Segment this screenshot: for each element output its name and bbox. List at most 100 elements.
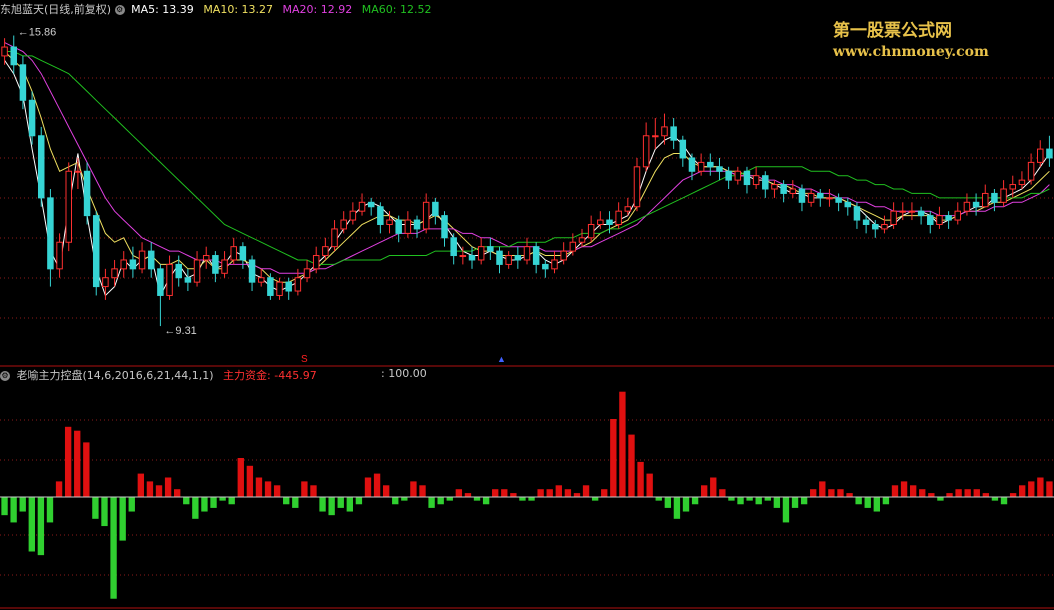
candle xyxy=(789,180,797,198)
fund-bar xyxy=(582,485,590,497)
fund-bar xyxy=(946,493,953,497)
candle-body xyxy=(982,192,989,208)
fund-bar xyxy=(973,489,980,497)
fund-bar xyxy=(292,497,299,508)
candle xyxy=(505,251,512,269)
fund-bar xyxy=(537,489,544,497)
candle-body xyxy=(367,201,375,208)
candle-body xyxy=(532,246,540,265)
candle-body xyxy=(166,263,173,296)
indicator-settings-icon[interactable]: ⚙ xyxy=(0,371,10,381)
candle xyxy=(349,202,357,225)
candle xyxy=(908,202,916,221)
candle-body xyxy=(294,277,302,292)
fund-bar xyxy=(1019,485,1026,497)
candle-body xyxy=(157,268,164,296)
candle xyxy=(257,268,265,287)
candle-body xyxy=(872,223,879,230)
fund-bar xyxy=(655,497,662,501)
candle xyxy=(954,202,962,225)
candle xyxy=(743,166,751,194)
fund-bar xyxy=(392,497,399,505)
candle-body xyxy=(37,135,45,199)
fund-bar xyxy=(891,485,899,497)
candle xyxy=(532,242,540,274)
fund-bar xyxy=(264,481,272,497)
fund-bar xyxy=(991,497,999,501)
settings-icon[interactable]: ⚙ xyxy=(114,5,125,15)
fund-bar xyxy=(864,497,871,508)
fund-bar xyxy=(810,489,817,497)
event-marker-triangle[interactable]: ▲ xyxy=(497,354,506,364)
fund-bar xyxy=(610,419,617,497)
candle xyxy=(670,118,677,150)
candle-body xyxy=(679,139,687,159)
candle xyxy=(587,215,595,243)
fund-bar xyxy=(719,489,726,497)
ma20-label: MA20: 12.92 xyxy=(282,3,353,16)
fund-bar xyxy=(528,497,535,501)
fund-bar xyxy=(301,481,308,497)
candle xyxy=(853,202,861,229)
candle-body xyxy=(303,268,311,279)
candle-body xyxy=(74,170,82,173)
candle-body xyxy=(606,219,613,225)
fund-bar xyxy=(482,497,490,505)
candle-body xyxy=(789,188,797,194)
candle-body xyxy=(688,157,696,172)
candle-body xyxy=(862,219,870,225)
candle-body xyxy=(762,175,769,190)
candle xyxy=(83,162,91,225)
fund-bar xyxy=(492,489,499,497)
candle xyxy=(312,246,320,274)
fund-bar xyxy=(937,497,944,501)
candle xyxy=(138,242,146,274)
fund-bar xyxy=(137,473,145,497)
candle-body xyxy=(734,170,742,181)
fund-bar xyxy=(237,458,244,497)
fund-bar xyxy=(855,497,862,505)
fund-bar xyxy=(1028,481,1035,497)
fund-bar xyxy=(982,493,990,497)
candle-body xyxy=(248,259,256,283)
grid-lines xyxy=(0,77,1054,576)
candle-body xyxy=(716,166,723,172)
candle-body xyxy=(477,246,485,261)
candle xyxy=(798,184,806,212)
candle-body xyxy=(697,161,705,172)
candle xyxy=(358,193,366,216)
candle xyxy=(551,251,558,274)
event-marker-s[interactable]: S xyxy=(301,354,308,365)
candle-body xyxy=(395,219,402,234)
candle xyxy=(432,197,439,225)
candle xyxy=(56,233,63,278)
fund-histogram xyxy=(1,391,1053,599)
candle xyxy=(642,122,650,172)
candle xyxy=(862,215,870,234)
candle xyxy=(120,251,127,278)
candle xyxy=(716,157,723,181)
candle-body xyxy=(47,197,54,270)
watermark-url: www.chnmoney.com xyxy=(833,44,989,60)
fund-bar xyxy=(619,391,626,497)
fund-bar xyxy=(628,434,635,497)
fund-bar xyxy=(1,497,8,516)
fund-bar xyxy=(382,485,390,497)
fund-bar xyxy=(646,473,653,497)
candle xyxy=(1046,135,1053,167)
candle-body xyxy=(954,210,962,221)
candle xyxy=(47,189,54,287)
candle-body xyxy=(432,201,439,217)
fund-bar xyxy=(882,497,890,505)
candle xyxy=(184,268,192,292)
fund-bar xyxy=(364,477,372,497)
fund-bar xyxy=(455,489,463,497)
fund-bar xyxy=(900,481,908,497)
fund-bar xyxy=(955,489,962,497)
fund-bar xyxy=(519,497,526,501)
candle xyxy=(844,197,852,216)
fund-bar xyxy=(846,493,853,497)
candle-body xyxy=(441,215,448,239)
fund-bar xyxy=(928,493,935,497)
candle xyxy=(679,135,687,167)
